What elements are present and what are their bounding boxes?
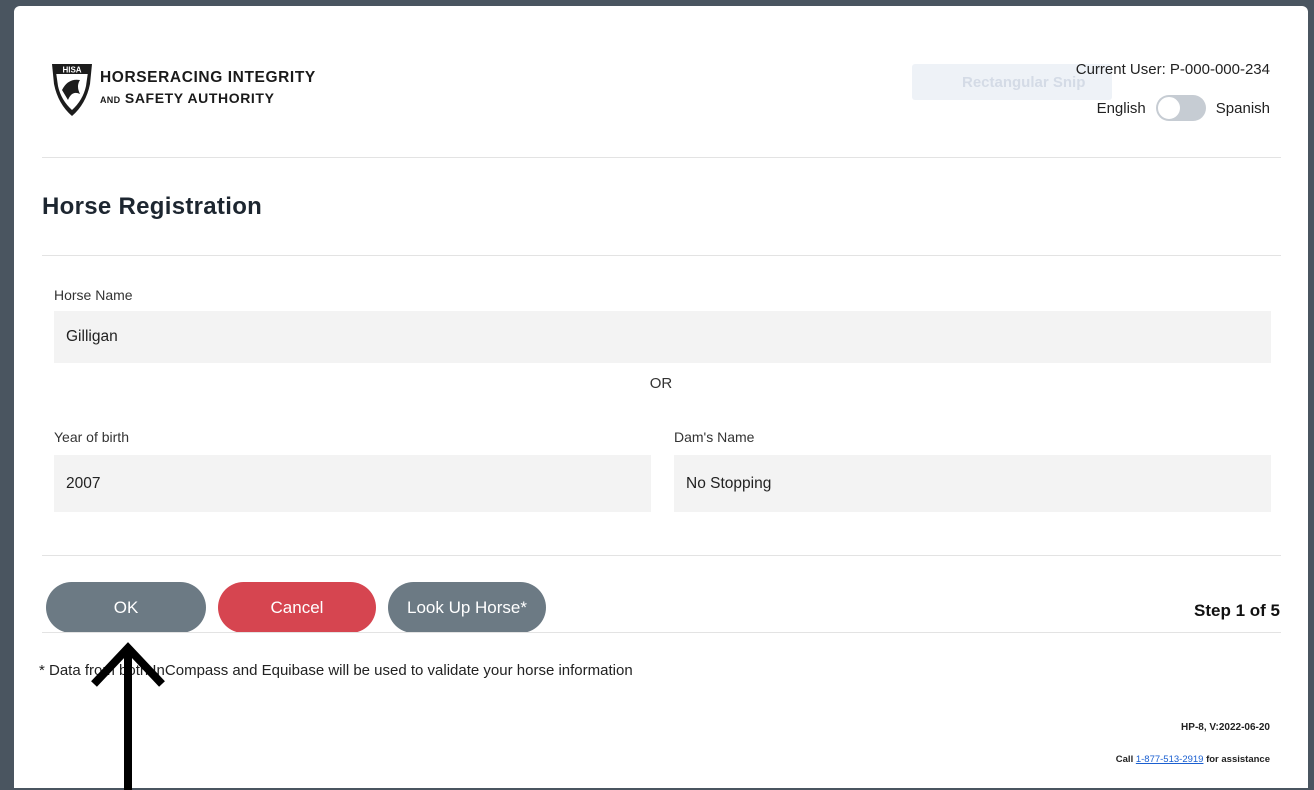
hisa-logo: HISA HORSERACING INTEGRITY AND SAFETY AU… [50,60,316,118]
svg-text:HISA: HISA [62,66,81,75]
look-up-horse-button[interactable]: Look Up Horse* [388,582,546,633]
dam-name-field[interactable]: No Stopping [674,455,1271,512]
lang-spanish-label: Spanish [1215,99,1270,117]
step-indicator: Step 1 of 5 [1194,601,1280,620]
divider [42,255,1281,256]
language-switch: English Spanish [1097,95,1270,121]
org-name-line2: AND SAFETY AUTHORITY [100,90,275,106]
version-label: HP-8, V:2022-06-20 [1181,722,1270,733]
toggle-knob [1156,96,1181,120]
divider [42,632,1281,633]
phone-link[interactable]: 1-877-513-2919 [1136,754,1204,765]
org-name-line1: HORSERACING INTEGRITY [100,69,316,86]
lang-english-label: English [1096,99,1146,117]
horse-name-field[interactable]: Gilligan [54,311,1271,363]
hisa-shield-icon: HISA [52,64,92,116]
page-title: Horse Registration [42,193,263,220]
assistance-text: Call 1-877-513-2919 for assistance [1115,754,1270,765]
dam-name-label: Dam's Name [674,429,755,445]
year-of-birth-label: Year of birth [54,429,129,445]
cancel-button[interactable]: Cancel [218,582,376,633]
horse-name-label: Horse Name [54,287,133,303]
divider [42,157,1281,158]
language-toggle[interactable] [1155,95,1206,121]
app-window: HISA HORSERACING INTEGRITY AND SAFETY AU… [14,6,1308,788]
or-separator: OR [649,375,673,392]
divider [42,555,1281,556]
ok-button[interactable]: OK [46,582,206,633]
up-arrow-icon [91,642,165,790]
current-user: Current User: P-000-000-234 [1075,61,1270,78]
year-of-birth-field[interactable]: 2007 [54,455,651,512]
